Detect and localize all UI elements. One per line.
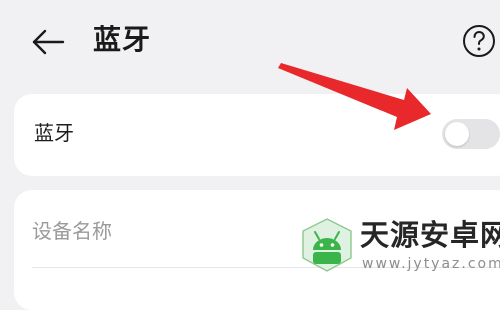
toggle-knob bbox=[445, 122, 469, 146]
question-circle-icon bbox=[463, 25, 495, 57]
android-logo-icon bbox=[302, 218, 352, 272]
header: 蓝牙 bbox=[0, 0, 500, 86]
device-name-label: 设备名称 bbox=[32, 219, 112, 243]
bluetooth-label: 蓝牙 bbox=[34, 121, 74, 145]
page-title: 蓝牙 bbox=[93, 23, 152, 56]
bluetooth-toggle[interactable] bbox=[442, 119, 500, 149]
help-button[interactable] bbox=[460, 22, 498, 60]
watermark-url: www.jytyaz.com bbox=[362, 256, 500, 272]
watermark-title: 天源安卓网 bbox=[360, 218, 500, 252]
watermark: 天源安卓网 www.jytyaz.com bbox=[298, 214, 500, 277]
arrow-left-icon bbox=[32, 29, 65, 55]
back-button[interactable] bbox=[28, 22, 68, 62]
bluetooth-setting-card: 蓝牙 bbox=[14, 94, 500, 176]
